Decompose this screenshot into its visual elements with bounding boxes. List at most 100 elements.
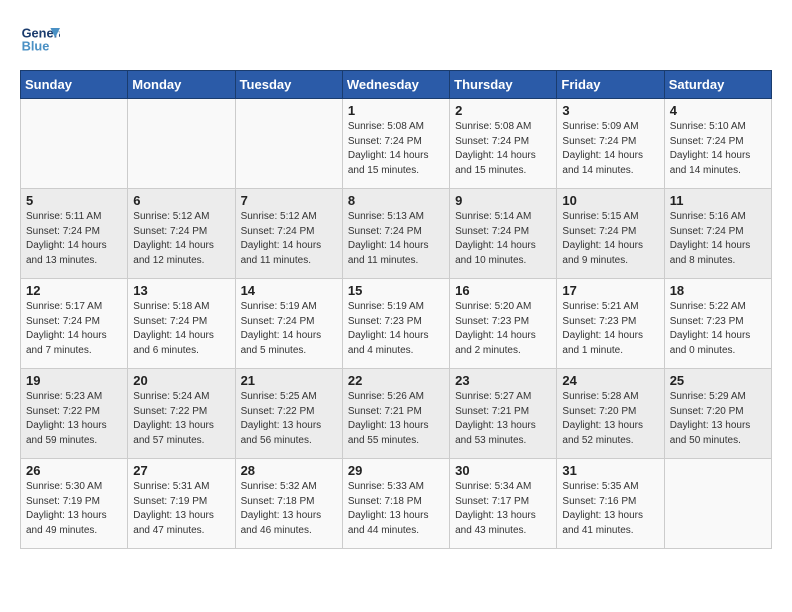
day-number: 12 — [26, 283, 122, 298]
logo-icon: General Blue — [20, 20, 60, 60]
day-info: Sunrise: 5:19 AM Sunset: 7:24 PM Dayligh… — [241, 300, 337, 358]
calendar-cell: 1Sunrise: 5:08 AM Sunset: 7:24 PM Daylig… — [342, 99, 449, 189]
calendar-cell: 27 Sunrise: 5:31 AM Sunset: 7:19 PM Dayli… — [128, 459, 235, 549]
day-info: Sunrise: 5:24 AM Sunset: 7:22 PM Dayligh… — [133, 390, 229, 448]
weekday-header: Saturday — [664, 71, 771, 99]
day-number: 31 — [562, 463, 658, 478]
day-number: 18 — [670, 283, 766, 298]
day-number: 2 — [455, 103, 551, 118]
day-info: Sunrise: 5:09 AM Sunset: 7:24 PM Dayligh… — [562, 120, 658, 178]
calendar-cell: 21 Sunrise: 5:25 AM Sunset: 7:22 PM Dayli… — [235, 369, 342, 459]
calendar-cell: 10Sunrise: 5:15 AM Sunset: 7:24 PM Dayli… — [557, 189, 664, 279]
calendar-cell: 25 Sunrise: 5:29 AM Sunset: 7:20 PM Dayli… — [664, 369, 771, 459]
calendar-cell: 9 Sunrise: 5:14 AM Sunset: 7:24 PM Daylig… — [450, 189, 557, 279]
day-info: Sunrise: 5:17 AM Sunset: 7:24 PM Dayligh… — [26, 300, 122, 358]
day-info: Sunrise: 5:14 AM Sunset: 7:24 PM Dayligh… — [455, 210, 551, 268]
day-number: 29 — [348, 463, 444, 478]
weekday-header: Wednesday — [342, 71, 449, 99]
weekday-header: Friday — [557, 71, 664, 99]
weekday-header: Monday — [128, 71, 235, 99]
day-number: 25 — [670, 373, 766, 388]
day-number: 27 — [133, 463, 229, 478]
calendar-table: SundayMondayTuesdayWednesdayThursdayFrid… — [20, 70, 772, 549]
calendar-cell: 28 Sunrise: 5:32 AM Sunset: 7:18 PM Dayli… — [235, 459, 342, 549]
day-number: 4 — [670, 103, 766, 118]
calendar-cell: 31 Sunrise: 5:35 AM Sunset: 7:16 PM Dayli… — [557, 459, 664, 549]
day-info: Sunrise: 5:08 AM Sunset: 7:24 PM Dayligh… — [455, 120, 551, 178]
day-info: Sunrise: 5:22 AM Sunset: 7:23 PM Dayligh… — [670, 300, 766, 358]
day-number: 1 — [348, 103, 444, 118]
day-info: Sunrise: 5:25 AM Sunset: 7:22 PM Dayligh… — [241, 390, 337, 448]
day-info: Sunrise: 5:20 AM Sunset: 7:23 PM Dayligh… — [455, 300, 551, 358]
calendar-week-row: 1 Sunrise: 5:08 AM Sunset: 7:24 PM Daylig… — [21, 99, 772, 189]
day-info: Sunrise: 5:12 AM Sunset: 7:24 PM Dayligh… — [133, 210, 229, 268]
calendar-cell: 20 Sunrise: 5:24 AM Sunset: 7:22 PM Dayli… — [128, 369, 235, 459]
day-info: Sunrise: 5:26 AM Sunset: 7:21 PM Dayligh… — [348, 390, 444, 448]
day-info: Sunrise: 5:10 AM Sunset: 7:24 PM Dayligh… — [670, 120, 766, 178]
weekday-header: Thursday — [450, 71, 557, 99]
day-number: 30 — [455, 463, 551, 478]
calendar-week-row: 12 Sunrise: 5:17 AM Sunset: 7:24 PM Dayli… — [21, 279, 772, 369]
day-info: Sunrise: 5:15 AM Sunset: 7:24 PM Dayligh… — [562, 210, 658, 268]
calendar-cell: 29Sunrise: 5:33 AM Sunset: 7:18 PM Dayli… — [342, 459, 449, 549]
day-info: Sunrise: 5:29 AM Sunset: 7:20 PM Dayligh… — [670, 390, 766, 448]
day-number: 26 — [26, 463, 122, 478]
calendar-week-row: 26 Sunrise: 5:30 AM Sunset: 7:19 PM Dayli… — [21, 459, 772, 549]
calendar-cell: 14 Sunrise: 5:19 AM Sunset: 7:24 PM Dayli… — [235, 279, 342, 369]
calendar-cell: 3 Sunrise: 5:09 AM Sunset: 7:24 PM Daylig… — [557, 99, 664, 189]
day-number: 20 — [133, 373, 229, 388]
calendar-cell: 23 Sunrise: 5:27 AM Sunset: 7:21 PM Dayli… — [450, 369, 557, 459]
day-info: Sunrise: 5:13 AM Sunset: 7:24 PM Dayligh… — [348, 210, 444, 268]
day-info: Sunrise: 5:16 AM Sunset: 7:24 PM Dayligh… — [670, 210, 766, 268]
day-info: Sunrise: 5:12 AM Sunset: 7:24 PM Dayligh… — [241, 210, 337, 268]
calendar-cell: 5 Sunrise: 5:11 AM Sunset: 7:24 PM Daylig… — [21, 189, 128, 279]
day-info: Sunrise: 5:35 AM Sunset: 7:16 PM Dayligh… — [562, 480, 658, 538]
day-number: 24 — [562, 373, 658, 388]
calendar-week-row: 19Sunrise: 5:23 AM Sunset: 7:22 PM Dayli… — [21, 369, 772, 459]
day-info: Sunrise: 5:21 AM Sunset: 7:23 PM Dayligh… — [562, 300, 658, 358]
day-number: 13 — [133, 283, 229, 298]
day-number: 8 — [348, 193, 444, 208]
calendar-cell: 26 Sunrise: 5:30 AM Sunset: 7:19 PM Dayli… — [21, 459, 128, 549]
calendar-cell: 11 Sunrise: 5:16 AM Sunset: 7:24 PM Dayli… — [664, 189, 771, 279]
day-number: 28 — [241, 463, 337, 478]
day-number: 5 — [26, 193, 122, 208]
day-number: 15 — [348, 283, 444, 298]
calendar-cell: 12 Sunrise: 5:17 AM Sunset: 7:24 PM Dayli… — [21, 279, 128, 369]
day-info: Sunrise: 5:18 AM Sunset: 7:24 PM Dayligh… — [133, 300, 229, 358]
day-info: Sunrise: 5:32 AM Sunset: 7:18 PM Dayligh… — [241, 480, 337, 538]
day-number: 17 — [562, 283, 658, 298]
calendar-cell — [21, 99, 128, 189]
day-number: 3 — [562, 103, 658, 118]
day-number: 19 — [26, 373, 122, 388]
calendar-cell: 13 Sunrise: 5:18 AM Sunset: 7:24 PM Dayli… — [128, 279, 235, 369]
calendar-cell: 16 Sunrise: 5:20 AM Sunset: 7:23 PM Dayli… — [450, 279, 557, 369]
calendar-header: SundayMondayTuesdayWednesdayThursdayFrid… — [21, 71, 772, 99]
day-number: 6 — [133, 193, 229, 208]
calendar-cell: 22 Sunrise: 5:26 AM Sunset: 7:21 PM Dayli… — [342, 369, 449, 459]
calendar-cell: 17 Sunrise: 5:21 AM Sunset: 7:23 PM Dayli… — [557, 279, 664, 369]
day-info: Sunrise: 5:11 AM Sunset: 7:24 PM Dayligh… — [26, 210, 122, 268]
day-info: Sunrise: 5:27 AM Sunset: 7:21 PM Dayligh… — [455, 390, 551, 448]
day-number: 23 — [455, 373, 551, 388]
day-number: 21 — [241, 373, 337, 388]
weekday-header: Tuesday — [235, 71, 342, 99]
calendar-cell: 19Sunrise: 5:23 AM Sunset: 7:22 PM Dayli… — [21, 369, 128, 459]
calendar-cell: 30 Sunrise: 5:34 AM Sunset: 7:17 PM Dayli… — [450, 459, 557, 549]
calendar-body: 1 Sunrise: 5:08 AM Sunset: 7:24 PM Daylig… — [21, 99, 772, 549]
logo: General Blue — [20, 20, 60, 60]
day-number: 16 — [455, 283, 551, 298]
day-number: 22 — [348, 373, 444, 388]
calendar-cell: 18 Sunrise: 5:22 AM Sunset: 7:23 PM Dayli… — [664, 279, 771, 369]
calendar-cell — [664, 459, 771, 549]
day-number: 14 — [241, 283, 337, 298]
day-number: 9 — [455, 193, 551, 208]
calendar-cell: 8 Sunrise: 5:13 AM Sunset: 7:24 PM Daylig… — [342, 189, 449, 279]
page-header: General Blue — [20, 20, 772, 60]
day-number: 11 — [670, 193, 766, 208]
calendar-cell: 2 Sunrise: 5:08 AM Sunset: 7:24 PM Daylig… — [450, 99, 557, 189]
day-info: Sunrise: 5:30 AM Sunset: 7:19 PM Dayligh… — [26, 480, 122, 538]
weekday-header: Sunday — [21, 71, 128, 99]
day-info: Sunrise: 5:31 AM Sunset: 7:19 PM Dayligh… — [133, 480, 229, 538]
day-info: Sunrise: 5:34 AM Sunset: 7:17 PM Dayligh… — [455, 480, 551, 538]
